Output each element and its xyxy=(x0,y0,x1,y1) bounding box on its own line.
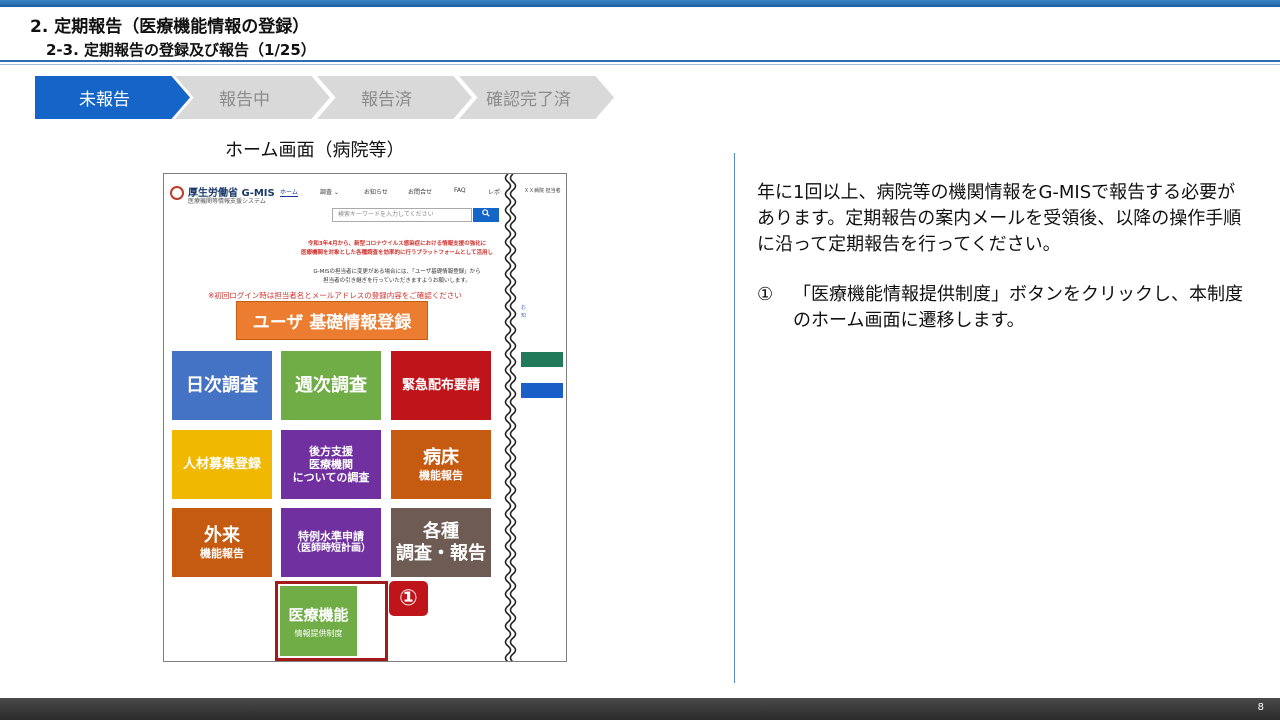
tile-label: 後方支援 xyxy=(309,444,353,458)
notice-red: 令和3年4月から、新型コロナウイルス感染症における情報支援の強化に 医療機関を対… xyxy=(282,240,512,258)
tile-label: 人材募集登録 xyxy=(182,456,261,472)
page-subtitle: 2-3. 定期報告の登録及び報告（1/25） xyxy=(46,41,316,59)
tile-staff-recruit[interactable]: 人材募集登録 xyxy=(172,430,272,499)
page-title: 2. 定期報告（医療機能情報の登録） xyxy=(30,17,310,37)
side-tile-fragment xyxy=(521,352,563,367)
tile-label: 病床 xyxy=(423,447,459,469)
user-name[interactable]: ＸＸ病院 担当者 xyxy=(524,187,561,194)
nav-contact[interactable]: お問合せ xyxy=(408,187,432,196)
step-label: 報告中 xyxy=(219,90,270,110)
tile-label: 医療機関 xyxy=(309,457,353,471)
tile-label: 特例水準申請 xyxy=(298,529,364,543)
step-reporting: 報告中 xyxy=(175,76,330,119)
cutoff-wave-divider xyxy=(501,174,521,661)
step-label: 未報告 xyxy=(79,90,130,110)
side-tile-fragment xyxy=(521,383,563,398)
screenshot-caption: ホーム画面（病院等） xyxy=(225,140,405,161)
step-label: 確認完了済 xyxy=(486,90,571,110)
tile-label: 外来 xyxy=(204,525,240,547)
user-registration-button[interactable]: ユーザ 基礎情報登録 xyxy=(236,301,428,340)
step-unreported: 未報告 xyxy=(35,76,190,119)
side-text: 知 xyxy=(521,313,527,319)
instruction-step: ① 「医療機能情報提供制度」ボタンをクリックし、本制度のホーム画面に遷移します。 xyxy=(757,282,1257,334)
logo-mark-icon xyxy=(170,186,184,200)
notice-line: 令和3年4月から、新型コロナウイルス感染症における情報支援の強化に xyxy=(307,241,487,247)
tile-special-standard[interactable]: 特例水準申請 （医師時短計画） xyxy=(281,508,381,577)
instruction-number: ① xyxy=(757,284,774,305)
notice-line: G-MISの担当者に変更がある場合には、「ユーザ基礎情報登録」から xyxy=(313,269,481,275)
nav-home[interactable]: ホーム xyxy=(280,187,298,197)
login-note: ※初回ログイン時は担当者名とメールアドレスの登録内容をご確認ください xyxy=(208,291,462,300)
tile-label: （医師時短計画） xyxy=(291,543,371,555)
step-badge: ① xyxy=(389,581,428,616)
nav-news[interactable]: お知らせ xyxy=(364,187,388,196)
footer-bar xyxy=(0,698,1280,720)
tile-weekly-survey[interactable]: 週次調査 xyxy=(281,351,381,420)
highlight-box xyxy=(275,581,388,661)
vertical-divider xyxy=(734,153,735,683)
search-button[interactable] xyxy=(473,208,499,222)
tile-daily-survey[interactable]: 日次調査 xyxy=(172,351,272,420)
header-divider-thin xyxy=(0,64,1280,65)
nav-faq[interactable]: FAQ xyxy=(454,187,466,194)
tile-label: 緊急配布要請 xyxy=(401,377,480,393)
tile-label: 機能報告 xyxy=(419,468,463,482)
tile-emergency-supply[interactable]: 緊急配布要請 xyxy=(391,351,491,420)
description-text: 年に1回以上、病院等の機関情報をG-MISで報告する必要があります。定期報告の案… xyxy=(757,182,1242,255)
notice-black: G-MISの担当者に変更がある場合には、「ユーザ基礎情報登録」から 担当者の引き… xyxy=(282,268,512,286)
tile-label: 調査・報告 xyxy=(396,542,486,564)
tile-label: 機能報告 xyxy=(200,546,244,560)
step-reported: 報告済 xyxy=(317,76,472,119)
notice-line: 担当者の引き継ぎを行っていただきますようお願いします。 xyxy=(323,278,471,284)
search-input[interactable]: 検索キーワードを入力してください xyxy=(332,208,472,222)
header-divider xyxy=(0,60,1280,62)
tile-bed-function-report[interactable]: 病床 機能報告 xyxy=(391,430,491,499)
step-label: 報告済 xyxy=(361,90,412,110)
tile-label: についての調査 xyxy=(292,471,370,485)
side-text: お xyxy=(521,305,527,311)
notice-line: 医療機関を対象とした各種調査を効率的に行うプラットフォームとして活用し xyxy=(300,250,494,256)
step-confirmed: 確認完了済 xyxy=(459,76,614,119)
nav-survey[interactable]: 調査 ⌄ xyxy=(320,187,339,196)
page-number: 8 xyxy=(1257,702,1264,713)
tile-backup-hospital-survey[interactable]: 後方支援 医療機関 についての調査 xyxy=(281,430,381,499)
home-screen-screenshot: 厚生労働省 G-MIS 医療機関等情報支援システム ホーム 調査 ⌄ お知らせ … xyxy=(163,173,567,662)
tile-various-surveys[interactable]: 各種 調査・報告 xyxy=(391,508,491,577)
top-accent-bar xyxy=(0,0,1280,7)
tile-outpatient-report[interactable]: 外来 機能報告 xyxy=(172,508,272,577)
tile-label: 各種 xyxy=(423,520,459,542)
instruction-text: 「医療機能情報提供制度」ボタンをクリックし、本制度のホーム画面に遷移します。 xyxy=(793,284,1243,331)
tile-label: 日次調査 xyxy=(186,374,258,396)
logo-subtitle: 医療機関等情報支援システム xyxy=(188,198,266,205)
magnifier-icon xyxy=(482,209,490,217)
tile-label: 週次調査 xyxy=(295,374,367,396)
